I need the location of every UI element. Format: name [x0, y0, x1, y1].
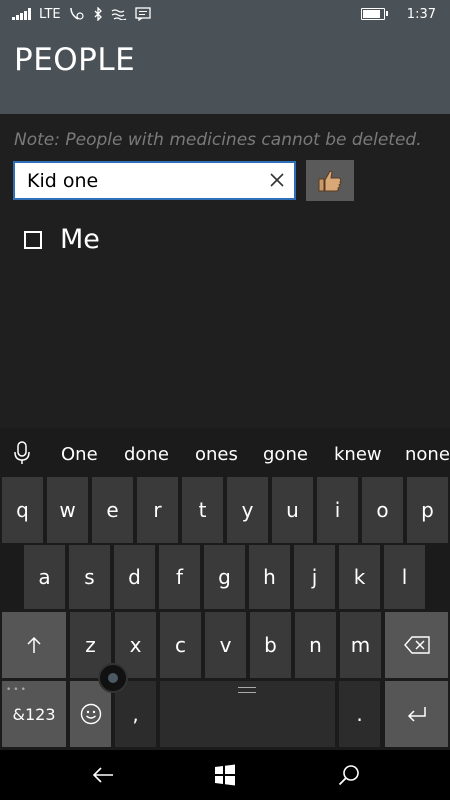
person-name: Me: [60, 224, 100, 255]
drag-handle-icon[interactable]: [238, 687, 256, 693]
thumbs-up-icon: [318, 170, 342, 191]
suggestion-item[interactable]: gone: [263, 444, 308, 465]
key-q[interactable]: q: [2, 477, 43, 543]
enter-key[interactable]: [385, 681, 448, 747]
key-p[interactable]: p: [407, 477, 448, 543]
cursor-control-knob[interactable]: [98, 663, 128, 693]
search-icon: [338, 765, 359, 786]
key-u[interactable]: u: [272, 477, 313, 543]
wifi-calling-icon: [69, 7, 84, 20]
key-k[interactable]: k: [339, 545, 380, 609]
key-b[interactable]: b: [250, 612, 291, 678]
person-checkbox[interactable]: [24, 230, 42, 249]
close-icon[interactable]: [268, 171, 286, 189]
battery-icon: [360, 8, 388, 20]
key-r[interactable]: r: [137, 477, 178, 543]
key-h[interactable]: h: [249, 545, 290, 609]
key-g[interactable]: g: [204, 545, 245, 609]
bluetooth-icon: [94, 7, 102, 21]
suggestion-item[interactable]: One: [61, 444, 98, 465]
shift-key[interactable]: [2, 612, 66, 678]
key-c[interactable]: c: [160, 612, 201, 678]
suggestion-bar: One done ones gone knew none: [0, 428, 450, 476]
person-name-input[interactable]: [27, 163, 257, 198]
period-key[interactable]: .: [339, 681, 380, 747]
list-item[interactable]: Me: [24, 224, 100, 255]
suggestion-item[interactable]: none: [405, 444, 450, 465]
windows-logo-icon: [215, 764, 235, 786]
key-n[interactable]: n: [295, 612, 336, 678]
key-t[interactable]: t: [182, 477, 223, 543]
suggestion-item[interactable]: knew: [334, 444, 382, 465]
suggestion-item[interactable]: done: [124, 444, 169, 465]
deletion-note: Note: People with medicines cannot be de…: [14, 130, 422, 150]
key-y[interactable]: y: [227, 477, 268, 543]
key-a[interactable]: a: [24, 545, 65, 609]
signal-strength-icon: [12, 8, 31, 20]
key-e[interactable]: e: [92, 477, 133, 543]
enter-arrow-icon: [407, 707, 426, 722]
key-m[interactable]: m: [340, 612, 381, 678]
person-name-field[interactable]: [13, 161, 296, 200]
clock: 1:37: [406, 6, 436, 22]
start-button[interactable]: [212, 762, 238, 788]
shift-arrow-icon: [27, 636, 41, 653]
status-bar: LTE 1:37: [0, 0, 450, 28]
page-title: PEOPLE: [14, 42, 136, 78]
microphone-icon[interactable]: [14, 441, 30, 465]
network-type: LTE: [39, 6, 61, 22]
back-button[interactable]: [90, 762, 116, 788]
backspace-key[interactable]: [385, 612, 448, 678]
key-d[interactable]: d: [114, 545, 155, 609]
smiley-icon: [80, 703, 101, 725]
more-dots-icon: •••: [6, 685, 28, 695]
suggestion-item[interactable]: ones: [195, 444, 238, 465]
key-l[interactable]: l: [384, 545, 425, 609]
comma-key[interactable]: ,: [115, 681, 156, 747]
key-v[interactable]: v: [205, 612, 246, 678]
key-j[interactable]: j: [294, 545, 335, 609]
backspace-icon: [403, 636, 430, 654]
key-o[interactable]: o: [362, 477, 403, 543]
add-person-button[interactable]: [306, 160, 354, 201]
message-icon: [134, 7, 151, 21]
key-i[interactable]: i: [317, 477, 358, 543]
navigation-bar: [0, 750, 450, 800]
search-button[interactable]: [336, 762, 362, 788]
key-s[interactable]: s: [69, 545, 110, 609]
quiet-hours-icon: [111, 9, 126, 20]
back-arrow-icon: [92, 767, 113, 783]
key-w[interactable]: w: [47, 477, 88, 543]
key-f[interactable]: f: [159, 545, 200, 609]
